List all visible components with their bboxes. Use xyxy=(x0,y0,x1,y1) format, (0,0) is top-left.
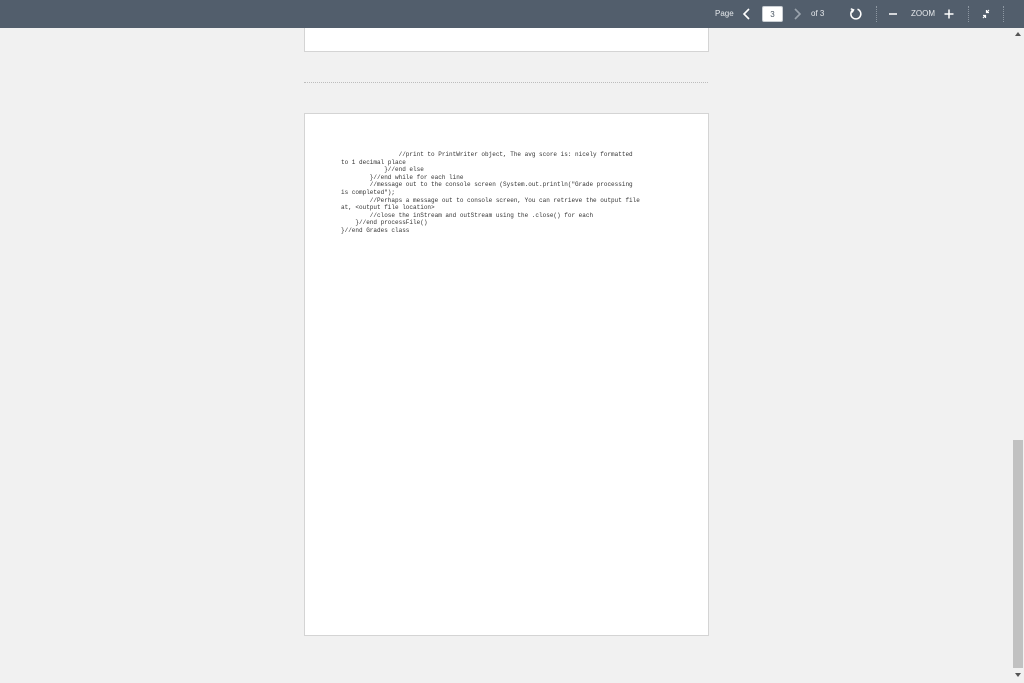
exit-fullscreen-button[interactable] xyxy=(978,6,994,22)
scroll-down-arrow-icon[interactable] xyxy=(1015,673,1021,677)
code-line: //message out to the console screen (Sys… xyxy=(341,181,633,189)
zoom-in-button[interactable] xyxy=(942,6,956,22)
code-line: //print to PrintWriter object, The avg s… xyxy=(341,151,633,158)
next-page-button[interactable] xyxy=(790,6,804,22)
toolbar-divider xyxy=(876,6,877,22)
toolbar-divider xyxy=(968,6,969,22)
plus-icon xyxy=(944,9,954,19)
current-page: //print to PrintWriter object, The avg s… xyxy=(304,113,709,636)
code-line: }//end Grades class xyxy=(341,226,410,234)
page-label: Page xyxy=(715,9,734,18)
code-line: is completed"); xyxy=(341,188,396,196)
code-line: }//end processFile() xyxy=(341,219,428,227)
page-count-label: of 3 xyxy=(811,9,825,18)
page-number-input[interactable] xyxy=(762,6,783,22)
code-line: }//end while for each line xyxy=(341,173,464,181)
zoom-label: ZOOM xyxy=(911,9,935,18)
rotate-button[interactable] xyxy=(848,6,864,22)
code-line: }//end else xyxy=(341,166,424,174)
previous-page xyxy=(304,28,709,52)
minus-icon xyxy=(889,13,897,15)
viewer-toolbar: Page of 3 ZOOM xyxy=(0,0,1024,28)
chevron-left-icon xyxy=(742,8,750,20)
zoom-out-button[interactable] xyxy=(887,6,899,22)
rotate-icon xyxy=(850,8,862,20)
vertical-scrollbar[interactable] xyxy=(1012,28,1024,683)
code-text: //print to PrintWriter object, The avg s… xyxy=(341,151,681,235)
code-line: //Perhaps a message out to console scree… xyxy=(341,196,640,204)
code-line: at, <output file location> xyxy=(341,204,435,212)
page-break xyxy=(304,82,708,83)
scroll-up-arrow-icon[interactable] xyxy=(1015,32,1021,36)
code-line: //close the inStream and outStream using… xyxy=(341,211,594,219)
document-viewer[interactable]: //print to PrintWriter object, The avg s… xyxy=(0,28,1012,683)
chevron-right-icon xyxy=(794,8,802,20)
toolbar-divider xyxy=(1003,6,1004,22)
scrollbar-thumb[interactable] xyxy=(1013,440,1023,668)
previous-page-button[interactable] xyxy=(740,6,754,22)
collapse-icon xyxy=(982,9,990,19)
code-line: to 1 decimal place xyxy=(341,158,406,166)
